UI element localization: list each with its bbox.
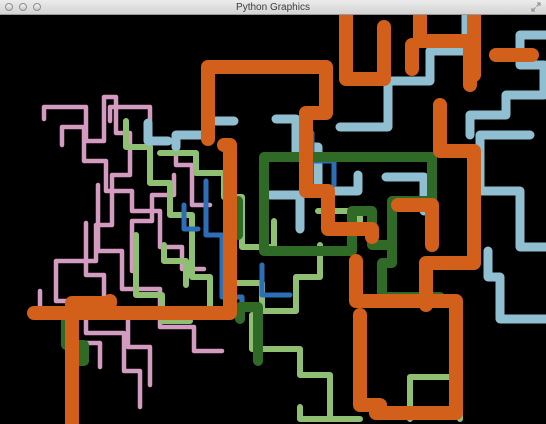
window-title: Python Graphics bbox=[236, 2, 310, 13]
fullscreen-arrows-icon[interactable] bbox=[531, 2, 541, 12]
orange-pipes bbox=[27, 15, 539, 424]
graphics-canvas[interactable] bbox=[0, 15, 546, 424]
app-window: Python Graphics bbox=[0, 0, 546, 424]
pipes-scene bbox=[27, 15, 546, 424]
title-bar[interactable]: Python Graphics bbox=[0, 0, 546, 15]
